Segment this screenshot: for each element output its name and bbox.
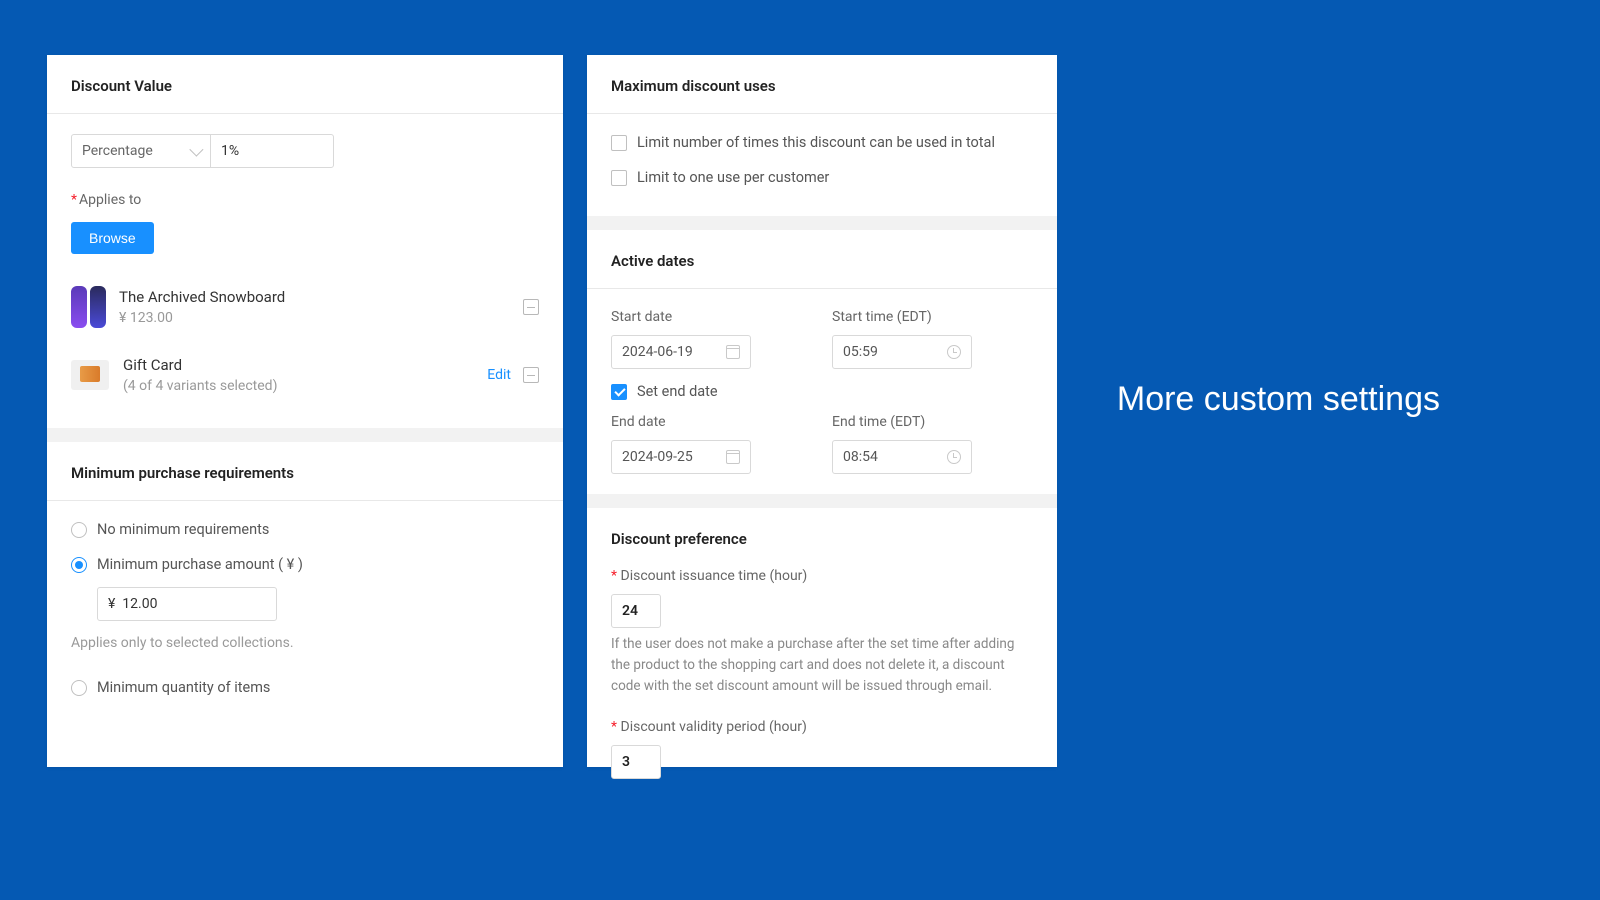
- product-name: Gift Card: [123, 356, 473, 374]
- section-divider: [587, 494, 1057, 508]
- start-date-label: Start date: [611, 309, 812, 325]
- remove-product-icon[interactable]: [523, 299, 539, 315]
- validity-period-label: * Discount validity period (hour): [611, 719, 1033, 735]
- radio-min-amount[interactable]: Minimum purchase amount ( ¥ ): [71, 556, 539, 573]
- clock-icon: [947, 450, 961, 464]
- calendar-icon: [726, 345, 740, 359]
- product-row: Gift Card (4 of 4 variants selected) Edi…: [71, 342, 539, 408]
- check-set-end-date[interactable]: Set end date: [611, 383, 1033, 400]
- issuance-time-helper: If the user does not make a purchase aft…: [611, 634, 1033, 697]
- min-amount-input[interactable]: [97, 587, 277, 621]
- section-divider: [587, 216, 1057, 230]
- applies-to-label: *Applies to: [71, 192, 539, 208]
- min-purchase-body: No minimum requirements Minimum purchase…: [47, 501, 563, 716]
- checkbox-icon: [611, 170, 627, 186]
- discount-value-header: Discount Value: [47, 55, 563, 114]
- start-time-label: Start time (EDT): [832, 309, 1033, 325]
- discount-preference-body: * Discount issuance time (hour) If the u…: [587, 556, 1057, 799]
- discount-value-body: Percentage *Applies to Browse The Archiv…: [47, 114, 563, 428]
- min-purchase-header: Minimum purchase requirements: [47, 442, 563, 501]
- end-time-input[interactable]: 08:54: [832, 440, 972, 474]
- clock-icon: [947, 345, 961, 359]
- issuance-time-label: * Discount issuance time (hour): [611, 568, 1033, 584]
- browse-button[interactable]: Browse: [71, 222, 154, 254]
- discount-value-input[interactable]: [210, 134, 334, 168]
- issuance-time-input[interactable]: [611, 594, 661, 628]
- active-dates-header: Active dates: [587, 230, 1057, 289]
- end-time-label: End time (EDT): [832, 414, 1033, 430]
- check-limit-total[interactable]: Limit number of times this discount can …: [611, 134, 1033, 151]
- radio-no-minimum[interactable]: No minimum requirements: [71, 521, 539, 538]
- start-time-input[interactable]: 05:59: [832, 335, 972, 369]
- end-date-input[interactable]: 2024-09-25: [611, 440, 751, 474]
- checkbox-icon: [611, 135, 627, 151]
- end-date-label: End date: [611, 414, 812, 430]
- validity-period-input[interactable]: [611, 745, 661, 779]
- radio-min-qty[interactable]: Minimum quantity of items: [71, 679, 539, 696]
- product-variants: (4 of 4 variants selected): [123, 378, 473, 394]
- discount-preference-header: Discount preference: [587, 508, 1057, 556]
- radio-icon: [71, 522, 87, 538]
- discount-type-select[interactable]: Percentage: [71, 134, 211, 168]
- checkbox-icon: [611, 384, 627, 400]
- max-uses-body: Limit number of times this discount can …: [587, 114, 1057, 216]
- edit-product-link[interactable]: Edit: [487, 367, 511, 383]
- discount-settings-panel-right: Maximum discount uses Limit number of ti…: [587, 55, 1057, 767]
- product-row: The Archived Snowboard ¥ 123.00: [71, 272, 539, 342]
- product-price: ¥ 123.00: [119, 310, 509, 326]
- min-amount-helper: Applies only to selected collections.: [71, 635, 539, 651]
- product-thumbnail: [71, 360, 109, 390]
- section-divider: [47, 428, 563, 442]
- product-name: The Archived Snowboard: [119, 288, 509, 306]
- check-limit-per-customer[interactable]: Limit to one use per customer: [611, 169, 1033, 186]
- start-date-input[interactable]: 2024-06-19: [611, 335, 751, 369]
- discount-type-value: Percentage: [82, 143, 153, 159]
- radio-icon: [71, 557, 87, 573]
- discount-settings-panel-left: Discount Value Percentage *Applies to Br…: [47, 55, 563, 767]
- chevron-down-icon: [189, 143, 203, 157]
- active-dates-body: Start date 2024-06-19 Start time (EDT) 0…: [587, 289, 1057, 494]
- calendar-icon: [726, 450, 740, 464]
- remove-product-icon[interactable]: [523, 367, 539, 383]
- max-uses-header: Maximum discount uses: [587, 55, 1057, 114]
- callout-text: More custom settings: [1117, 380, 1440, 419]
- radio-icon: [71, 680, 87, 696]
- product-thumbnail: [71, 286, 105, 328]
